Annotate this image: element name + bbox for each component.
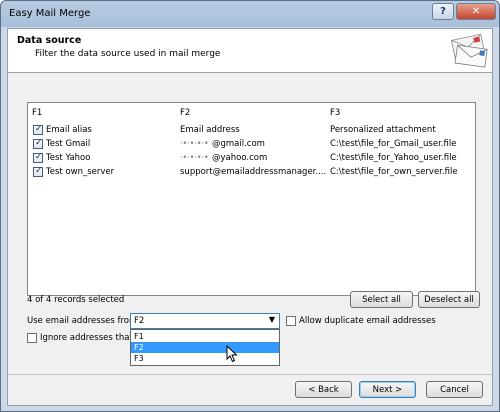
next-button[interactable]: Next >: [359, 381, 416, 398]
cell-f2-redacted: ·•·•·•·•: [180, 139, 209, 149]
deselect-all-button[interactable]: Deselect all: [418, 291, 480, 308]
column-header-f2[interactable]: F2: [180, 108, 190, 118]
close-button[interactable]: ✕: [456, 3, 496, 20]
cell-f1: Test Yahoo: [46, 153, 91, 163]
select-all-button[interactable]: Select all: [350, 291, 413, 308]
ignore-addresses-label: Ignore addresses that: [40, 333, 133, 343]
dropdown-option-f1[interactable]: F1: [131, 331, 279, 342]
cell-f2: Email address: [180, 125, 240, 135]
table-row[interactable]: ✓ Test own_server support@emailaddressma…: [28, 166, 475, 180]
row-checkbox[interactable]: ✓: [33, 152, 43, 163]
cell-f3: C:\test\file_for_own_server.file: [330, 167, 458, 177]
cancel-button[interactable]: Cancel: [426, 381, 483, 398]
cell-f2: @yahoo.com: [212, 153, 268, 163]
data-source-list[interactable]: F1 F2 F3 ✓ Email alias Email address Per…: [27, 102, 476, 296]
dropdown-option-f2[interactable]: F2: [131, 342, 279, 353]
row-checkbox[interactable]: ✓: [33, 124, 43, 135]
back-button[interactable]: < Back: [295, 381, 352, 398]
chevron-down-icon[interactable]: ▼: [269, 315, 275, 324]
table-row[interactable]: ✓ Test Yahoo ·•·•·•·• @yahoo.com C:\test…: [28, 152, 475, 166]
dropdown-option-f3[interactable]: F3: [131, 353, 279, 364]
checkmark-icon: ✓: [35, 166, 43, 176]
row-checkbox[interactable]: ✓: [33, 138, 43, 149]
ignore-addresses-checkbox[interactable]: [27, 333, 37, 343]
row-checkbox[interactable]: ✓: [33, 166, 43, 177]
checkmark-icon: ✓: [35, 124, 43, 134]
column-header-f3[interactable]: F3: [330, 108, 340, 118]
cell-f3: C:\test\file_for_Gmail_user.file: [330, 139, 457, 149]
cell-f2: @gmail.com: [212, 139, 265, 149]
help-button[interactable]: ?: [432, 3, 454, 20]
wizard-header: Data source Filter the data source used …: [8, 29, 492, 73]
table-row[interactable]: ✓ Email alias Email address Personalized…: [28, 124, 475, 138]
envelopes-icon: [450, 33, 488, 68]
table-row[interactable]: ✓ Test Gmail ·•·•·•·• @gmail.com C:\test…: [28, 138, 475, 152]
cell-f3: C:\test\file_for_Yahoo_user.file: [330, 153, 457, 163]
allow-duplicates-label: Allow duplicate email addresses: [299, 316, 436, 326]
email-source-dropdown[interactable]: F1 F2 F3: [130, 329, 280, 366]
title-bar[interactable]: Easy Mail Merge ? ✕: [1, 1, 499, 27]
column-header-f1[interactable]: F1: [32, 108, 42, 118]
wizard-body: Data source Filter the data source used …: [7, 28, 493, 406]
checkmark-icon: ✓: [35, 138, 43, 148]
allow-duplicates-checkbox[interactable]: [286, 316, 296, 326]
cell-f1: Test Gmail: [46, 139, 91, 149]
list-header: F1 F2 F3: [28, 103, 475, 121]
records-selected-status: 4 of 4 records selected: [27, 295, 125, 305]
email-source-value: F2: [134, 316, 145, 326]
window-title: Easy Mail Merge: [9, 8, 91, 19]
mail-merge-window: Easy Mail Merge ? ✕ Data source Filter t…: [0, 0, 500, 412]
mouse-pointer-icon: [226, 345, 238, 363]
footer-divider: [8, 374, 492, 375]
cell-f1: Email alias: [46, 125, 92, 135]
checkmark-icon: ✓: [35, 152, 43, 162]
cell-f3: Personalized attachment: [330, 125, 436, 135]
cell-f2-redacted: ·•·•·•·•: [180, 153, 209, 163]
page-title: Data source: [17, 35, 82, 46]
page-subtitle: Filter the data source used in mail merg…: [35, 49, 221, 59]
cell-f1: Test own_server: [46, 167, 115, 177]
email-source-select[interactable]: F2 ▼: [130, 313, 280, 329]
email-source-label: Use email addresses from: [27, 316, 138, 326]
cell-f2: support@emailaddressmanager....: [180, 167, 327, 177]
